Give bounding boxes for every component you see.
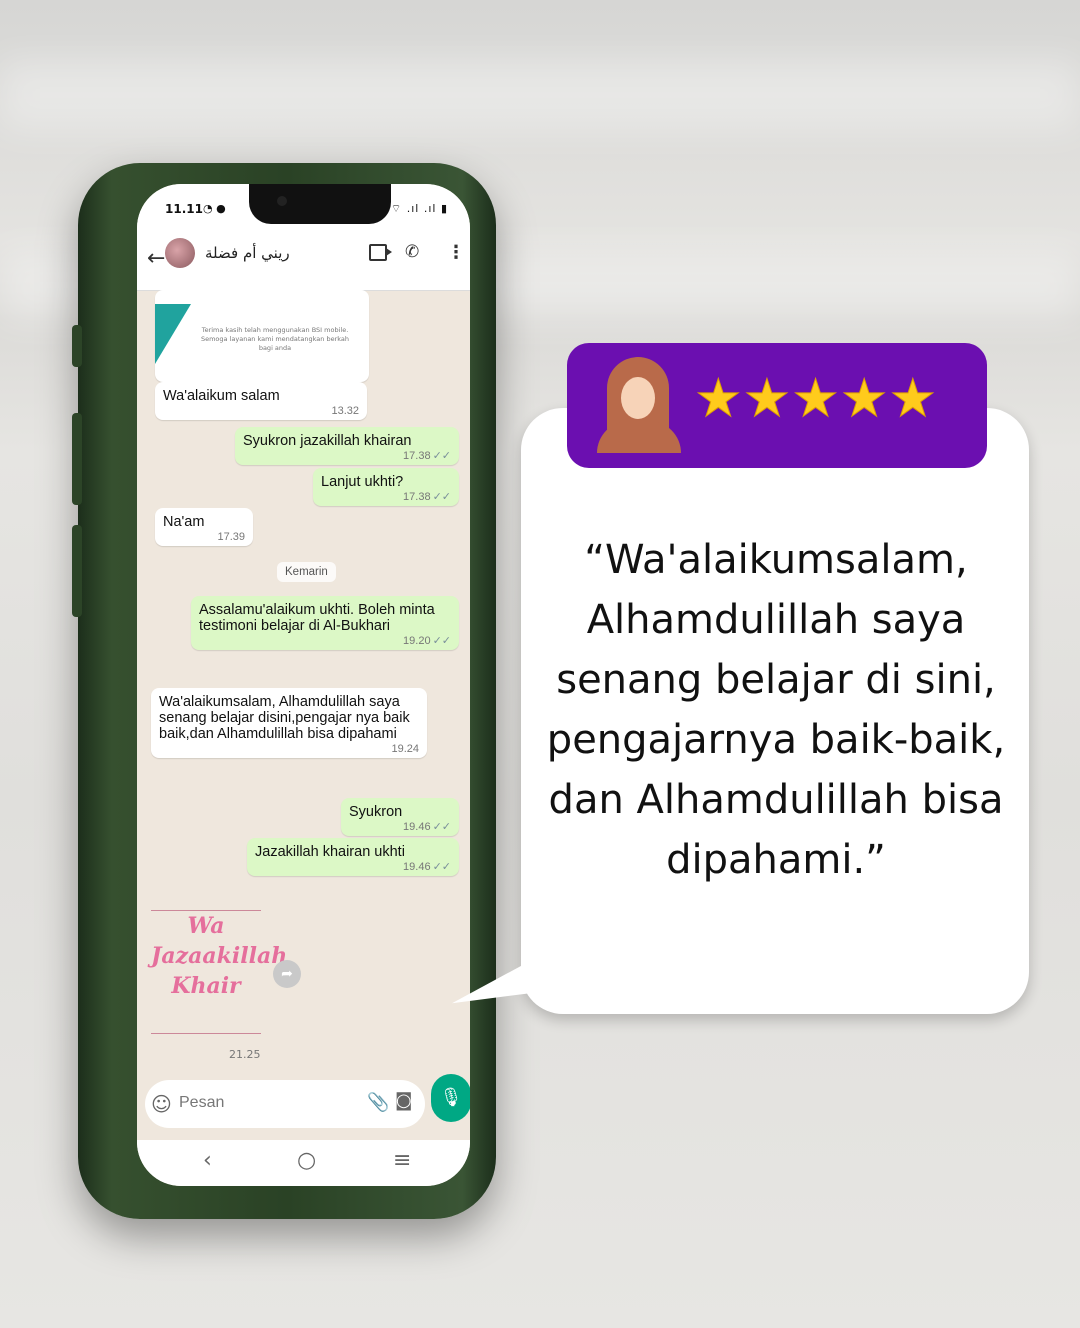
message-bubble[interactable]: Syukron jazakillah khairan 17.38 ✓✓ <box>235 427 459 465</box>
five-star-rating-icon: ★★★★★ <box>694 369 939 430</box>
sticker-time: 21.25 <box>229 1048 261 1061</box>
front-camera <box>277 196 287 206</box>
contact-avatar[interactable] <box>165 238 195 268</box>
message-input-placeholder: Pesan <box>179 1094 225 1111</box>
message-time: 19.46 ✓✓ <box>403 821 451 833</box>
receipt-image-message[interactable]: Terima kasih telah menggunakan BSI mobil… <box>155 290 369 382</box>
nav-home-icon[interactable]: ○ <box>297 1148 316 1173</box>
message-time: 19.24 <box>391 743 419 755</box>
phone-screen: 11.11 ◔ ● ⌔ .ıl .ıl ▮ ← ريني أم فضلة ✆ ⋮… <box>137 184 470 1186</box>
message-bubble[interactable]: Assalamu'alaikum ukhti. Boleh minta test… <box>191 596 459 650</box>
microphone-icon: 🎙 <box>439 1087 463 1108</box>
message-time: 17.38 ✓✓ <box>403 491 451 503</box>
video-call-icon[interactable] <box>369 244 392 261</box>
message-text: Wa'alaikum salam <box>163 388 280 404</box>
message-time: 19.46 ✓✓ <box>403 861 451 873</box>
message-text: Syukron jazakillah khairan <box>243 433 412 449</box>
voice-message-button[interactable]: 🎙 <box>431 1074 470 1122</box>
date-separator: Kemarin <box>277 562 336 582</box>
status-time: 11.11 <box>165 202 203 216</box>
message-input[interactable]: ☺ Pesan 📎 ◙ <box>145 1080 425 1128</box>
avatar-face <box>621 377 655 419</box>
message-bubble[interactable]: Lanjut ukhti? 17.38 ✓✓ <box>313 468 459 506</box>
message-text: Lanjut ukhti? <box>321 474 404 490</box>
back-arrow-icon[interactable]: ← <box>147 246 165 271</box>
status-signal-icons: ⌔ .ıl .ıl ▮ <box>390 202 448 215</box>
message-bubble[interactable]: Wa'alaikumsalam, Alhamdulillah saya sena… <box>151 688 427 758</box>
message-time: 17.38 ✓✓ <box>403 450 451 462</box>
more-options-icon[interactable]: ⋮ <box>447 242 465 263</box>
phone-call-icon[interactable]: ✆ <box>405 242 419 262</box>
read-ticks-icon: ✓✓ <box>432 450 451 462</box>
sticker-message[interactable]: Wa Jazaakillah Khair <box>151 910 287 1034</box>
phone-side-button <box>72 325 82 367</box>
message-text: Syukron <box>349 804 403 820</box>
read-ticks-icon: ✓✓ <box>432 821 451 833</box>
phone-volume-down <box>72 525 82 617</box>
message-text: Assalamu'alaikum ukhti. Boleh minta test… <box>199 602 435 634</box>
message-time: 19.20 ✓✓ <box>403 635 451 647</box>
nav-recents-icon[interactable]: ≡ <box>393 1148 411 1173</box>
message-bubble[interactable]: Na'am 17.39 <box>155 508 253 546</box>
chat-area[interactable]: Terima kasih telah menggunakan BSI mobil… <box>137 290 470 1070</box>
message-text: Na'am <box>163 514 205 530</box>
forward-icon[interactable]: ➦ <box>273 960 301 988</box>
android-nav-bar: ‹ ○ ≡ <box>137 1140 470 1186</box>
message-time: 17.39 <box>217 531 245 543</box>
read-ticks-icon: ✓✓ <box>432 491 451 503</box>
read-ticks-icon: ✓✓ <box>432 861 451 873</box>
phone-volume-up <box>72 413 82 505</box>
phone-notch <box>249 184 391 224</box>
message-time: 13.32 <box>331 405 359 417</box>
message-bubble[interactable]: Wa'alaikum salam 13.32 <box>155 382 367 420</box>
phone-mockup: 11.11 ◔ ● ⌔ .ıl .ıl ▮ ← ريني أم فضلة ✆ ⋮… <box>72 163 496 1219</box>
message-text: Wa'alaikumsalam, Alhamdulillah saya sena… <box>159 694 410 742</box>
background-streak <box>0 60 1080 130</box>
message-bubble[interactable]: Syukron 19.46 ✓✓ <box>341 798 459 836</box>
attach-icon[interactable]: 📎 <box>367 1092 389 1113</box>
user-avatar-icon <box>597 357 681 453</box>
camera-icon[interactable]: ◙ <box>395 1090 412 1111</box>
status-notification-icons: ◔ ● <box>203 202 226 215</box>
testimonial-quote: “Wa'alaikumsalam, Alhamdulillah saya sen… <box>546 537 1006 883</box>
receipt-logo-shape <box>155 304 191 364</box>
contact-name[interactable]: ريني أم فضلة <box>205 244 290 262</box>
rating-banner: ★★★★★ <box>567 343 987 468</box>
nav-back-icon[interactable]: ‹ <box>203 1148 212 1173</box>
read-ticks-icon: ✓✓ <box>432 635 451 647</box>
receipt-caption: Terima kasih telah menggunakan BSI mobil… <box>200 326 350 352</box>
emoji-icon[interactable]: ☺ <box>151 1092 172 1116</box>
message-bubble[interactable]: Jazakillah khairan ukhti 19.46 ✓✓ <box>247 838 459 876</box>
message-text: Jazakillah khairan ukhti <box>255 844 405 860</box>
message-composer: ☺ Pesan 📎 ◙ 🎙 <box>137 1074 470 1144</box>
